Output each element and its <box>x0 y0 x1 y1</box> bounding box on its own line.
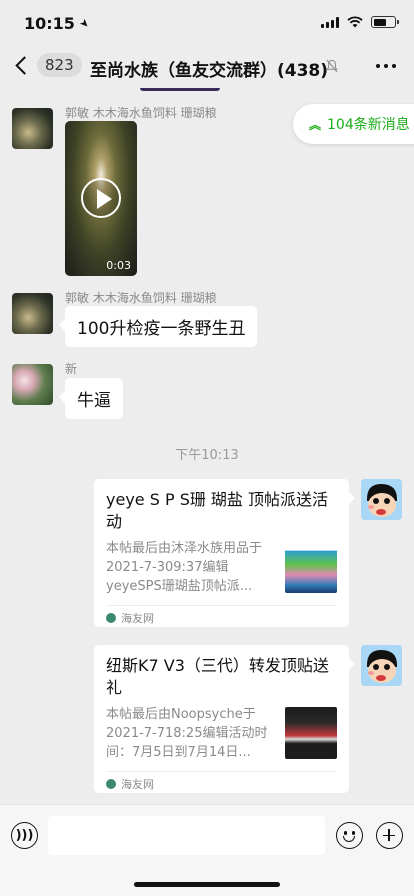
link-card[interactable]: 纽斯K7 V3（三代）转发顶贴送礼 本帖最后由Noopsyche于2021-7-… <box>94 645 355 795</box>
play-icon[interactable] <box>81 178 121 218</box>
sender-name: 新 <box>65 362 78 376</box>
home-indicator <box>134 882 280 887</box>
card-description: 本帖最后由Noopsyche于2021-7-718:25编辑活动时间：7月5日到… <box>106 707 268 760</box>
dot <box>392 64 396 68</box>
more-button[interactable] <box>376 64 396 68</box>
more-actions-button[interactable] <box>376 822 403 849</box>
card-source: 海友网 <box>106 771 337 795</box>
clock-text: 10:15 <box>24 14 75 33</box>
time-divider: 下午10:13 <box>175 448 239 463</box>
card-source-label: 海友网 <box>121 611 154 625</box>
unread-count-badge: 823 <box>37 53 82 77</box>
text-message[interactable]: 牛逼 <box>59 378 123 419</box>
emoji-mouth <box>343 836 355 842</box>
sender-name: 郭敏 木木海水鱼饲料 珊瑚粮 <box>65 291 217 305</box>
bell-off-icon <box>326 59 338 73</box>
card-source-label: 海友网 <box>121 777 154 791</box>
video-duration: 0:03 <box>106 259 131 272</box>
card-title: 纽斯K7 V3（三代）转发顶贴送礼 <box>106 656 329 697</box>
card-description: 本帖最后由沐泽水族用品于2021-7-309:37编辑 yeyeSPS珊瑚盐顶帖… <box>106 541 263 594</box>
text-message[interactable]: 100升检疫一条野生丑 <box>58 306 258 347</box>
new-messages-button[interactable]: ︽ 104条新消息 <box>293 104 414 144</box>
emoji-eye <box>344 831 347 835</box>
voice-input-button[interactable]: ))) <box>11 822 38 849</box>
source-logo-icon <box>106 612 116 623</box>
status-bar: 10:15 ➤ <box>0 0 414 44</box>
dot <box>384 64 388 68</box>
message-input[interactable] <box>48 816 325 855</box>
cartoon-face-icon <box>361 645 402 686</box>
back-button[interactable]: 823 <box>14 53 82 77</box>
status-time: 10:15 ➤ <box>24 14 92 33</box>
avatar[interactable] <box>12 293 53 334</box>
avatar[interactable] <box>12 108 53 149</box>
wifi-icon <box>347 16 363 28</box>
self-avatar[interactable] <box>361 479 402 520</box>
card-thumbnail <box>285 541 337 593</box>
video-message[interactable]: 0:03 <box>65 121 137 276</box>
emoji-button[interactable] <box>336 822 363 849</box>
sender-name: 郭敏 木木海水鱼饲料 珊瑚粮 <box>65 106 217 120</box>
self-avatar[interactable] <box>361 645 402 686</box>
avatar[interactable] <box>12 364 53 405</box>
previous-image-edge <box>140 88 220 91</box>
double-chevron-up-icon: ︽ <box>309 117 322 132</box>
cartoon-face-icon <box>361 479 402 520</box>
emoji-eye <box>352 831 355 835</box>
link-card[interactable]: yeye S P S珊 瑚盐 顶帖派送活动 本帖最后由沐泽水族用品于2021-7… <box>94 479 355 629</box>
signal-icon <box>321 16 339 28</box>
status-icons <box>321 16 399 28</box>
card-thumbnail <box>285 707 337 759</box>
battery-icon <box>371 16 399 28</box>
card-title: yeye S P S珊 瑚盐 顶帖派送活动 <box>106 490 329 531</box>
dot <box>376 64 380 68</box>
new-messages-label: 104条新消息 <box>327 117 410 133</box>
chat-title: 至尚水族（鱼友交流群）(438) <box>90 61 329 81</box>
chevron-left-icon <box>15 55 34 75</box>
voice-icon: ))) <box>15 828 34 843</box>
chat-nav-bar: 823 至尚水族（鱼友交流群）(438) <box>0 44 414 88</box>
source-logo-icon <box>106 778 116 789</box>
location-arrow-icon: ➤ <box>76 15 93 32</box>
card-source: 海友网 <box>106 605 337 629</box>
